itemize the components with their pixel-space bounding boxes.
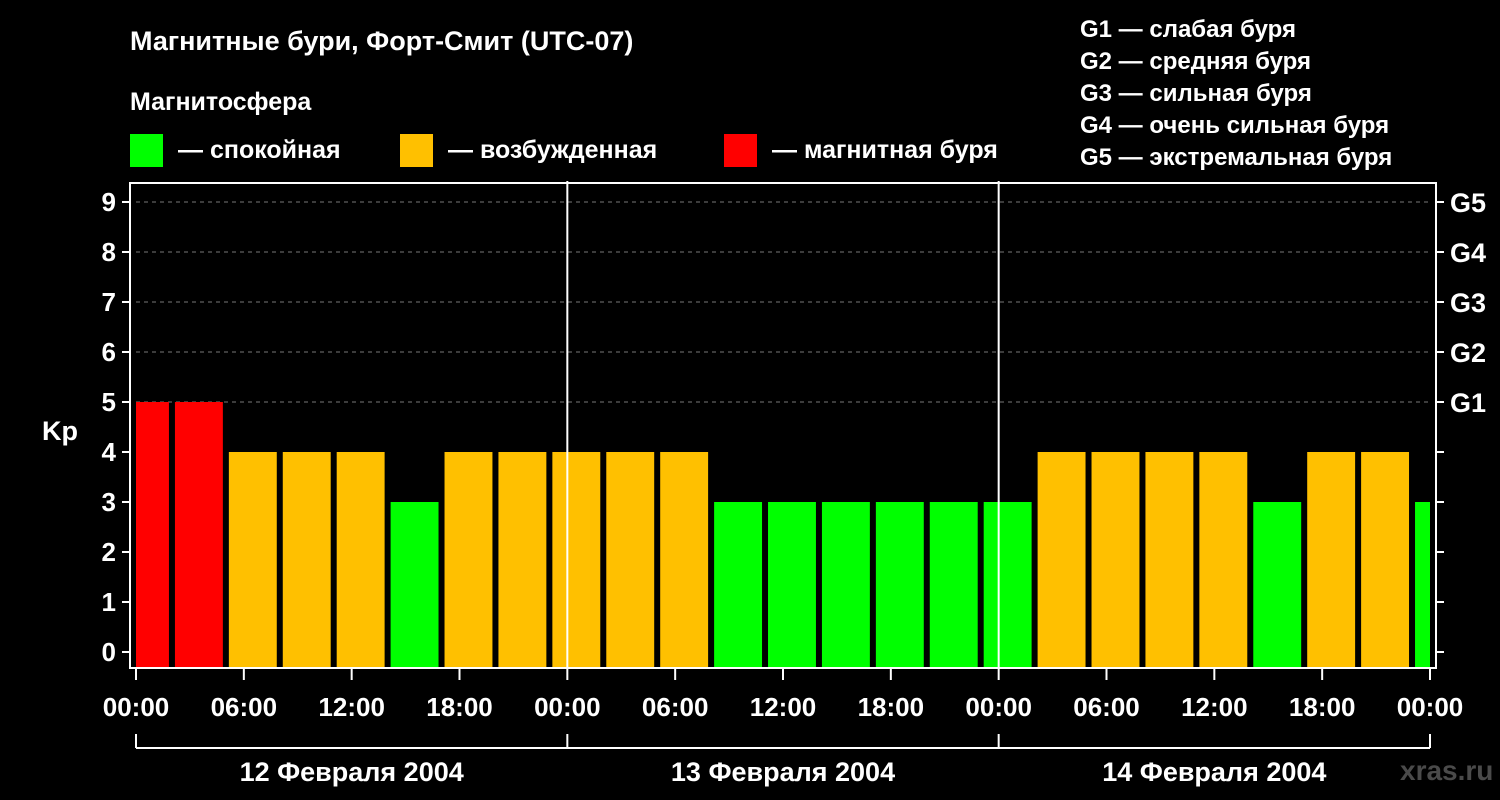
y-tick-label: 2 <box>102 537 116 567</box>
kp-bar <box>552 452 601 668</box>
x-tick-label: 18:00 <box>858 692 925 722</box>
x-tick-label: 00:00 <box>1397 692 1464 722</box>
g-scale-label: G1 <box>1450 388 1486 418</box>
day-label: 14 Февраля 2004 <box>1102 757 1326 787</box>
y-tick-label: 0 <box>102 637 116 667</box>
kp-bar <box>1145 452 1194 668</box>
kp-bar <box>929 502 978 668</box>
day-label: 13 Февраля 2004 <box>671 757 895 787</box>
kp-bar <box>768 502 816 668</box>
kp-bar <box>444 452 493 668</box>
kp-bar <box>660 452 709 668</box>
legend-swatch-quiet <box>130 134 163 167</box>
kp-bar <box>336 452 385 668</box>
kp-bar <box>1037 452 1086 668</box>
x-tick-label: 06:00 <box>642 692 709 722</box>
legend-label-quiet: — спокойная <box>178 136 341 164</box>
g-legend-3: G3 — сильная буря <box>1080 80 1312 107</box>
kp-bar <box>1415 502 1430 668</box>
kp-bar <box>174 402 223 668</box>
kp-bar <box>498 452 547 668</box>
g-scale-label: G3 <box>1450 288 1486 318</box>
g-legend-4: G4 — очень сильная буря <box>1080 112 1389 139</box>
g-legend-5: G5 — экстремальная буря <box>1080 144 1392 171</box>
x-tick-label: 06:00 <box>211 692 278 722</box>
x-tick-label: 18:00 <box>426 692 493 722</box>
y-tick-label: 6 <box>102 337 116 367</box>
kp-bar <box>282 452 331 668</box>
kp-bar <box>136 402 169 668</box>
legend-swatch-storm <box>724 134 757 167</box>
x-tick-label: 06:00 <box>1073 692 1140 722</box>
kp-chart: Магнитные бури, Форт-Смит (UTC-07) Магни… <box>42 16 1493 787</box>
chart-title: Магнитные бури, Форт-Смит (UTC-07) <box>130 26 633 56</box>
x-tick-label: 00:00 <box>965 692 1032 722</box>
x-tick-label: 12:00 <box>750 692 817 722</box>
x-tick-label: 12:00 <box>1181 692 1248 722</box>
kp-bar <box>228 452 277 668</box>
watermark: xras.ru <box>1400 755 1493 786</box>
g-legend-1: G1 — слабая буря <box>1080 16 1296 43</box>
kp-bar <box>1199 452 1248 668</box>
y-tick-label: 7 <box>102 287 116 317</box>
g-scale-label: G2 <box>1450 338 1486 368</box>
y-tick-label: 1 <box>102 587 116 617</box>
y-tick-label: 4 <box>102 437 117 467</box>
kp-bar <box>1253 502 1302 668</box>
x-tick-label: 12:00 <box>318 692 385 722</box>
y-tick-label: 3 <box>102 487 116 517</box>
legend-swatch-unsettled <box>400 134 433 167</box>
g-scale-label: G4 <box>1450 238 1486 268</box>
y-axis-label: Kp <box>42 416 78 446</box>
y-tick-label: 8 <box>102 237 116 267</box>
x-tick-label: 18:00 <box>1289 692 1356 722</box>
x-tick-label: 00:00 <box>534 692 601 722</box>
g-legend-2: G2 — средняя буря <box>1080 48 1311 75</box>
kp-bar <box>1091 452 1140 668</box>
day-label: 12 Февраля 2004 <box>240 757 464 787</box>
kp-bar <box>983 502 1032 668</box>
y-tick-label: 5 <box>102 387 116 417</box>
y-tick-label: 9 <box>102 187 116 217</box>
kp-bar <box>390 502 439 668</box>
kp-bar <box>606 452 655 668</box>
legend-label-unsettled: — возбужденная <box>448 136 657 164</box>
kp-bar <box>1361 452 1410 668</box>
magnetosphere-label: Магнитосфера <box>130 88 312 116</box>
kp-bar <box>714 502 763 668</box>
kp-bar <box>1307 452 1356 668</box>
kp-bar <box>821 502 870 668</box>
g-scale-label: G5 <box>1450 188 1486 218</box>
legend-label-storm: — магнитная буря <box>772 136 998 164</box>
x-tick-label: 00:00 <box>103 692 170 722</box>
kp-bar <box>875 502 924 668</box>
